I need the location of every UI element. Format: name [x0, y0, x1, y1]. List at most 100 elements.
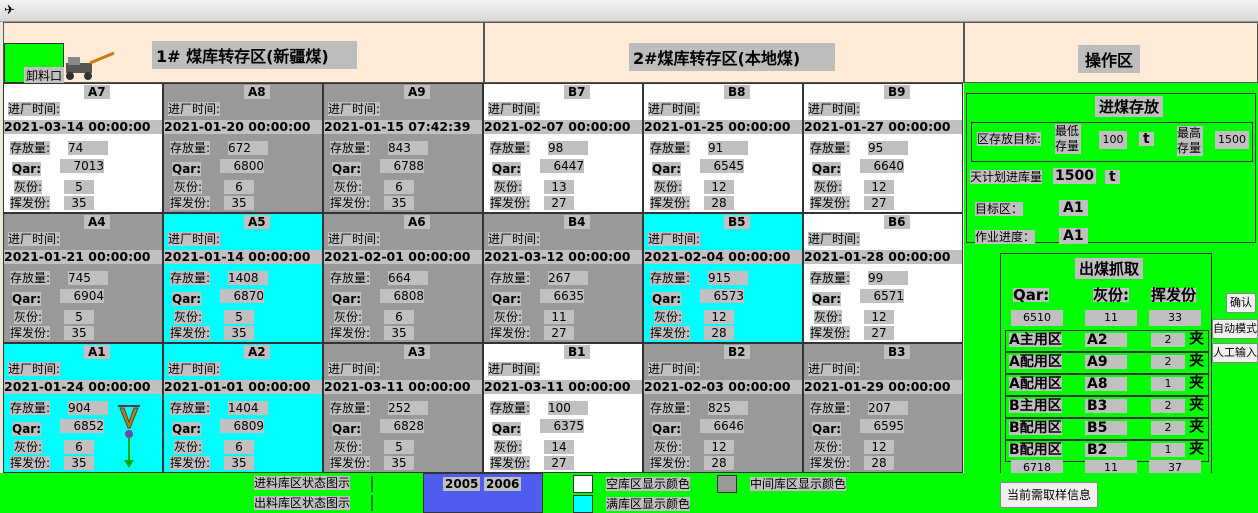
vol-label: 挥发份:: [10, 456, 51, 470]
bin-a9[interactable]: A9 进厂时间: 2021-01-15 07:42:39 存放量: 843 Qar: 678…: [323, 83, 483, 213]
manual-input-button[interactable]: 人工输入: [1212, 343, 1258, 363]
bin-a5[interactable]: A5 进厂时间: 2021-01-14 00:00:00 存放量: 1408 Qar: 68…: [163, 213, 323, 343]
auto-mode-button[interactable]: 自动模式: [1212, 319, 1258, 339]
outtake-zone: A主用区: [1009, 332, 1062, 348]
in-time-value: 2021-03-11 00:00:00: [324, 380, 482, 394]
vol-value: 35: [224, 456, 254, 470]
max-value[interactable]: 1500: [1215, 131, 1249, 149]
outtake-count[interactable]: 2: [1151, 399, 1185, 413]
outtake-title: 出煤抓取: [1075, 258, 1144, 279]
qar-value: 6447: [540, 159, 584, 173]
ash-value: 5: [384, 440, 414, 454]
bin-b4[interactable]: B4 进厂时间: 2021-03-12 00:00:00 存放量: 267 Qar: 663…: [483, 213, 643, 343]
bin-a1[interactable]: A1 进厂时间: 2021-01-24 00:00:00 存放量: 904 Qar: 685…: [3, 343, 163, 473]
ash-value: 12: [704, 180, 734, 194]
stock-value: 664: [388, 271, 428, 285]
plan-unit: t: [1105, 170, 1120, 184]
ash-label: 灰份:: [14, 440, 43, 454]
stock-label: 存放量:: [170, 401, 211, 415]
stock-value: 91: [708, 141, 748, 155]
bin-a2[interactable]: A2 进厂时间: 2021-01-01 00:00:00 存放量: 1404 Qar: 68…: [163, 343, 323, 473]
target-label: 区存放目标:: [977, 132, 1042, 146]
ash-label: 灰份:: [654, 180, 683, 194]
vol-label: 挥发份:: [170, 196, 211, 210]
vol-label: 挥发份:: [330, 456, 371, 470]
unload-port-label: 卸料口: [24, 67, 65, 84]
zone2-header: 2#煤库转存区(本地煤): [484, 22, 964, 83]
in-time-label: 进厂时间:: [168, 102, 221, 116]
bin-a6[interactable]: A6 进厂时间: 2021-02-01 00:00:00 存放量: 664 Qar: 680…: [323, 213, 483, 343]
ash-label: 灰份:: [174, 440, 203, 454]
vol-value: 28: [704, 196, 734, 210]
in-time-value: 2021-02-07 00:00:00: [484, 120, 642, 134]
in-time-label: 进厂时间:: [808, 362, 861, 376]
bin-name: A8: [244, 85, 270, 99]
bin-b9[interactable]: B9 进厂时间: 2021-01-27 00:00:00 存放量: 95 Qar: 6640…: [803, 83, 963, 213]
outtake-count[interactable]: 2: [1151, 355, 1185, 369]
outtake-bin[interactable]: B2: [1085, 443, 1127, 457]
in-time-value: 2021-01-01 00:00:00: [164, 380, 322, 394]
outtake-bin[interactable]: A8: [1085, 377, 1127, 391]
vol-label: 挥发份:: [170, 326, 211, 340]
confirm-button[interactable]: 确认: [1226, 293, 1256, 313]
vol-value: 27: [544, 196, 574, 210]
outtake-section: 出煤抓取 Qar: 灰份: 挥发份 6510 11 33 A主用区 A2 2 夹 A配用…: [1000, 253, 1212, 477]
qar-value: 7013: [60, 159, 104, 173]
bin-b6[interactable]: B6 进厂时间: 2021-01-28 00:00:00 存放量: 99 Qar: 6571…: [803, 213, 963, 343]
sample-info-button[interactable]: 当前需取样信息: [1000, 482, 1098, 508]
ash-label: 灰份:: [174, 180, 203, 194]
in-time-value: 2021-01-21 00:00:00: [4, 250, 162, 264]
bin-a8[interactable]: A8 进厂时间: 2021-01-20 00:00:00 存放量: 672 Qar: 680…: [163, 83, 323, 213]
plan-value[interactable]: 1500: [1053, 168, 1096, 184]
outtake-count[interactable]: 1: [1151, 443, 1185, 457]
ash-label: 灰份:: [814, 440, 843, 454]
bin-b1[interactable]: B1 进厂时间: 2021-03-11 00:00:00 存放量: 100 Qar: 637…: [483, 343, 643, 473]
sum-vol: 33: [1149, 310, 1201, 326]
outtake-bin[interactable]: A2: [1085, 333, 1127, 347]
outtake-count[interactable]: 1: [1151, 377, 1185, 391]
middle-color-swatch: [717, 475, 737, 493]
vol-value: 27: [544, 326, 574, 340]
max-label: 最高存量: [1177, 126, 1203, 156]
zone2-title: 2#煤库转存区(本地煤): [629, 43, 835, 71]
bin-name: A1: [84, 345, 110, 359]
bin-b8[interactable]: B8 进厂时间: 2021-01-25 00:00:00 存放量: 91 Qar: 6545…: [643, 83, 803, 213]
bin-a7[interactable]: A7 进厂时间: 2021-03-14 00:00:00 存放量: 74 Qar: 7013…: [3, 83, 163, 213]
min-value[interactable]: 100: [1099, 131, 1127, 149]
bin-b5[interactable]: B5 进厂时间: 2021-02-04 00:00:00 存放量: 915 Qar: 657…: [643, 213, 803, 343]
stock-value: 1404: [228, 401, 268, 415]
in-time-value: 2021-01-20 00:00:00: [164, 120, 322, 134]
in-time-value: 2021-01-14 00:00:00: [164, 250, 322, 264]
stock-label: 存放量:: [170, 271, 211, 285]
ash-value: 6: [224, 440, 254, 454]
bin-name: B2: [724, 345, 750, 359]
outtake-unit: 夹: [1189, 439, 1205, 457]
zone-value[interactable]: A1: [1059, 200, 1088, 216]
outtake-bin[interactable]: B5: [1085, 421, 1127, 435]
in-time-value: 2021-01-15 07:42:39: [324, 120, 482, 134]
bin-b2[interactable]: B2 进厂时间: 2021-02-03 00:00:00 存放量: 825 Qar: 664…: [643, 343, 803, 473]
qar-label: Qar:: [172, 162, 202, 176]
stock-value: 95: [868, 141, 908, 155]
outtake-unit: 夹: [1189, 395, 1205, 413]
in-time-label: 进厂时间:: [488, 232, 541, 246]
qar-value: 6571: [860, 289, 904, 303]
outtake-count[interactable]: 2: [1151, 333, 1185, 347]
stock-label: 存放量:: [10, 271, 51, 285]
bin-a3[interactable]: A3 进厂时间: 2021-03-11 00:00:00 存放量: 252 Qar: 682…: [323, 343, 483, 473]
outtake-bin[interactable]: B3: [1085, 399, 1127, 413]
bin-b7[interactable]: B7 进厂时间: 2021-02-07 00:00:00 存放量: 98 Qar: 6447…: [483, 83, 643, 213]
outtake-bin[interactable]: A9: [1085, 355, 1127, 369]
outtake-count[interactable]: 2: [1151, 421, 1185, 435]
outtake-unit: 夹: [1189, 373, 1205, 391]
bin-a4[interactable]: A4 进厂时间: 2021-01-21 00:00:00 存放量: 745 Qar: 690…: [3, 213, 163, 343]
stock-label: 存放量:: [490, 141, 531, 155]
qar-value: 6640: [860, 159, 904, 173]
bin-b3[interactable]: B3 进厂时间: 2021-01-29 00:00:00 存放量: 207 Qar: 659…: [803, 343, 963, 473]
stock-label: 存放量:: [490, 271, 531, 285]
bin-name: B5: [724, 215, 750, 229]
in-time-value: 2021-03-14 00:00:00: [4, 120, 162, 134]
stock-value: 98: [548, 141, 588, 155]
ash-label: 灰份:: [494, 180, 523, 194]
qar-label: Qar:: [652, 422, 682, 436]
